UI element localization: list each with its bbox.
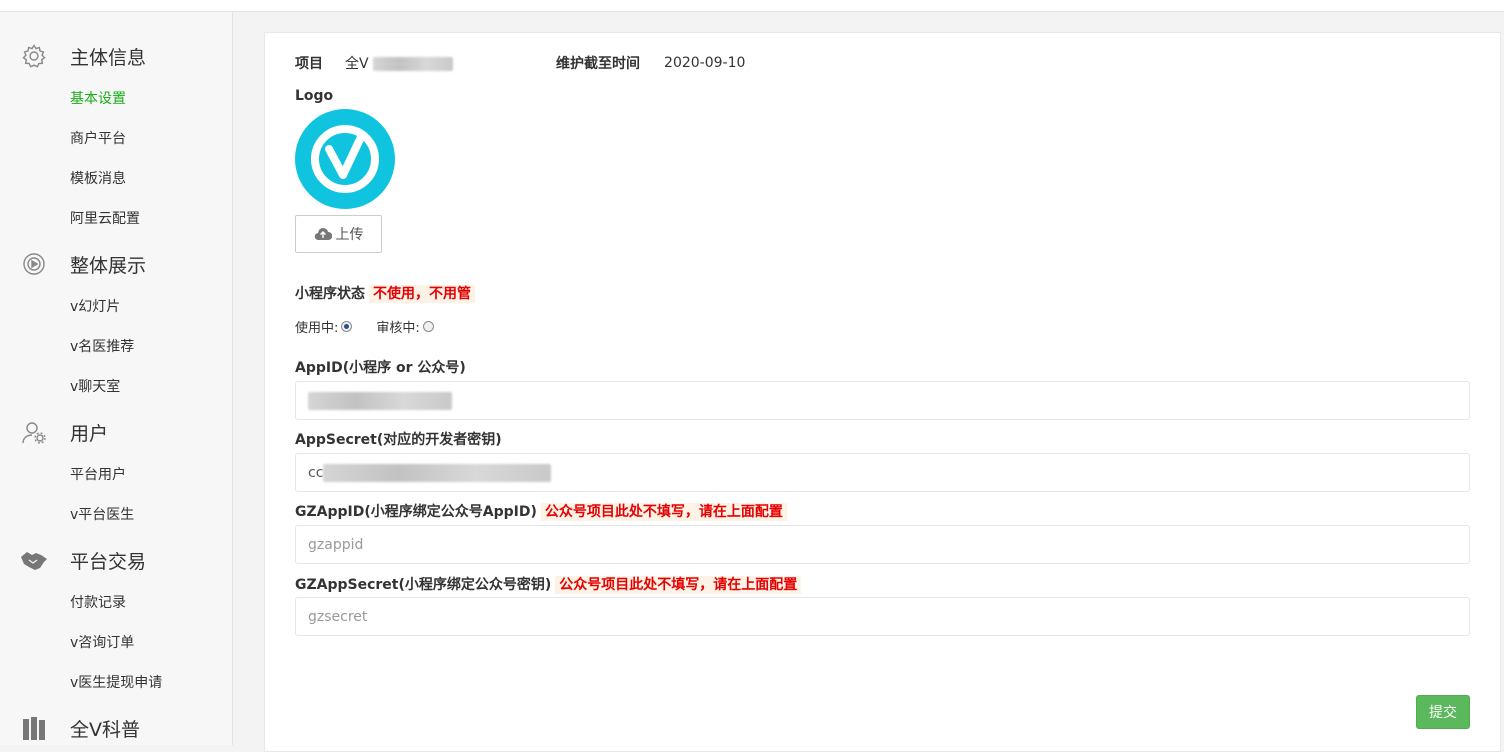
- appid-label: AppID(小程序 or 公众号): [295, 360, 466, 376]
- miniprogram-status-label: 小程序状态 不使用，不用管: [295, 283, 475, 303]
- project-label: 项目: [295, 56, 323, 72]
- radio-in-use[interactable]: [341, 321, 353, 332]
- upload-button[interactable]: 上传: [295, 215, 382, 253]
- sidebar-group-title: 全V科普: [70, 718, 140, 741]
- gzsecret-warning: 公众号项目此处不填写，请在上面配置: [555, 576, 802, 594]
- project-value: 全V: [345, 53, 454, 73]
- logo-label: Logo: [295, 88, 334, 104]
- appsecret-input[interactable]: cc: [295, 453, 1470, 492]
- gzsecret-placeholder: gzsecret: [308, 608, 368, 625]
- sidebar-item-basic-settings[interactable]: 基本设置: [0, 79, 232, 119]
- redacted-appsecret: [323, 463, 552, 482]
- project-value-text: 全V: [345, 56, 369, 72]
- top-bar: [0, 0, 1504, 12]
- redacted-appid: [308, 391, 452, 410]
- sidebar-item-template-message[interactable]: 模板消息: [0, 159, 232, 199]
- sidebar-group-title: 平台交易: [70, 550, 147, 573]
- sidebar-group-title: 用户: [70, 422, 109, 445]
- logo-image: [295, 109, 395, 209]
- handshake-icon: [20, 546, 48, 574]
- appsecret-prefix: cc: [308, 464, 324, 481]
- sidebar-group-header[interactable]: 整体展示: [0, 241, 232, 287]
- status-label-text: 小程序状态: [295, 286, 365, 302]
- user-settings-icon: [20, 418, 48, 446]
- sidebar-group-users: 用户 平台用户 v平台医生: [0, 409, 232, 535]
- sidebar-item-platform-doctors[interactable]: v平台医生: [0, 495, 232, 535]
- radio-in-use-label: 使用中:: [295, 321, 339, 336]
- sidebar-item-chatroom[interactable]: v聊天室: [0, 367, 232, 407]
- sidebar-group-entity-info: 主体信息 基本设置 商户平台 模板消息 阿里云配置: [0, 33, 232, 239]
- gzappid-label: GZAppID(小程序绑定公众号AppID) 公众号项目此处不填写，请在上面配置: [295, 501, 787, 521]
- sidebar-group-title: 整体展示: [70, 254, 147, 277]
- sidebar-item-consult-orders[interactable]: v咨询订单: [0, 623, 232, 663]
- gzappid-label-text: GZAppID(小程序绑定公众号AppID): [295, 504, 537, 520]
- radio-reviewing-label: 审核中:: [376, 321, 420, 336]
- redacted-project-name: [373, 57, 454, 71]
- sidebar: 主体信息 基本设置 商户平台 模板消息 阿里云配置 整体展示 v幻灯片 v名医推…: [0, 12, 233, 745]
- sidebar-item-payment-records[interactable]: 付款记录: [0, 583, 232, 623]
- appid-input[interactable]: [295, 381, 1470, 420]
- sidebar-item-doctor-withdrawals[interactable]: v医生提现申请: [0, 663, 232, 703]
- appsecret-label: AppSecret(对应的开发者密钥): [295, 432, 502, 448]
- status-radio-group: 使用中: 审核中:: [295, 317, 434, 336]
- project-info-row: 项目 全V 维护截至时间 2020-09-10: [295, 51, 745, 75]
- submit-button[interactable]: 提交: [1416, 695, 1470, 729]
- maintain-label: 维护截至时间: [556, 56, 641, 72]
- gear-icon: [20, 42, 48, 70]
- sidebar-group-title: 主体信息: [70, 46, 147, 69]
- sidebar-item-platform-users[interactable]: 平台用户: [0, 455, 232, 495]
- main-content: 项目 全V 维护截至时间 2020-09-10 Logo 上传 小程序状态 不使用…: [233, 12, 1504, 752]
- sidebar-item-famous-doctors[interactable]: v名医推荐: [0, 327, 232, 367]
- radio-reviewing[interactable]: [422, 321, 434, 332]
- maintain-value: 2020-09-10: [664, 55, 746, 71]
- sidebar-item-slides[interactable]: v幻灯片: [0, 287, 232, 327]
- sidebar-group-header[interactable]: 平台交易: [0, 537, 232, 583]
- gzappid-input[interactable]: gzappid: [295, 525, 1470, 564]
- gzappid-warning: 公众号项目此处不填写，请在上面配置: [540, 503, 787, 521]
- gzsecret-label: GZAppSecret(小程序绑定公众号密钥) 公众号项目此处不填写，请在上面配置: [295, 574, 802, 594]
- sidebar-group-header[interactable]: 主体信息: [0, 33, 232, 79]
- cloud-upload-icon: [314, 227, 332, 241]
- gzappid-placeholder: gzappid: [308, 536, 364, 553]
- upload-label: 上传: [335, 227, 364, 243]
- gzsecret-label-text: GZAppSecret(小程序绑定公众号密钥): [295, 577, 552, 593]
- sidebar-group-header[interactable]: 用户: [0, 409, 232, 455]
- gzsecret-input[interactable]: gzsecret: [295, 597, 1470, 636]
- check-logo-icon: [311, 125, 379, 193]
- settings-panel: 项目 全V 维护截至时间 2020-09-10 Logo 上传 小程序状态 不使用…: [264, 32, 1501, 752]
- status-warning: 不使用，不用管: [369, 285, 475, 303]
- sidebar-group-header[interactable]: 全V科普: [0, 705, 232, 745]
- sidebar-group-trade: 平台交易 付款记录 v咨询订单 v医生提现申请: [0, 537, 232, 703]
- books-icon: [20, 714, 48, 742]
- sidebar-group-display: 整体展示 v幻灯片 v名医推荐 v聊天室: [0, 241, 232, 407]
- display-icon: [20, 250, 48, 278]
- sidebar-item-merchant-platform[interactable]: 商户平台: [0, 119, 232, 159]
- sidebar-group-science: 全V科普: [0, 705, 232, 745]
- sidebar-item-aliyun-config[interactable]: 阿里云配置: [0, 199, 232, 239]
